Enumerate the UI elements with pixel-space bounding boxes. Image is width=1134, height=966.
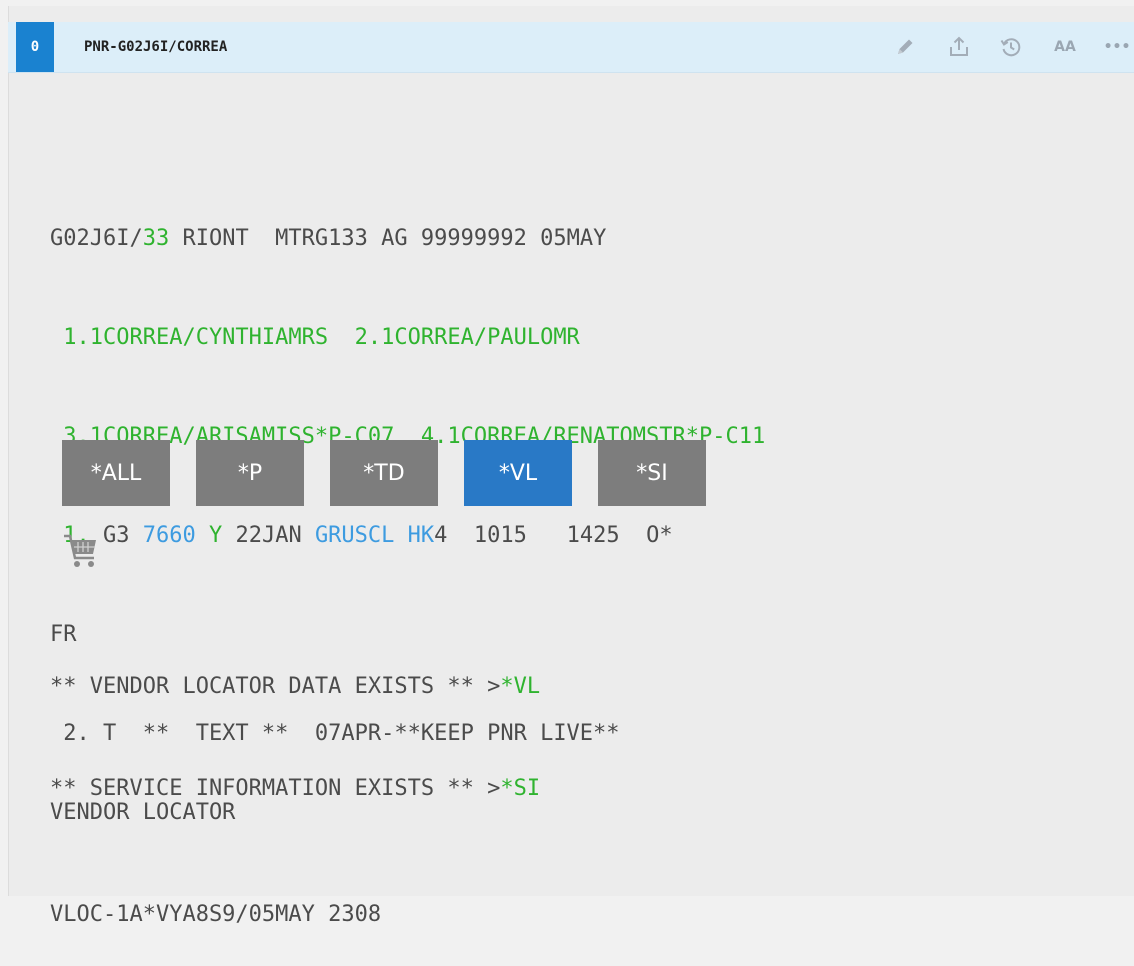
tab-badge[interactable]: 0 (16, 22, 54, 72)
vendor-locator-section: VENDOR LOCATOR VLOC-1A*VYA8S9/05MAY 2308 (50, 728, 381, 966)
pencil-icon[interactable] (890, 34, 920, 60)
vl-exists-line: ** VENDOR LOCATOR DATA EXISTS ** >*VL (50, 670, 540, 704)
more-icon[interactable]: ••• (1100, 34, 1134, 60)
segment-times: 4 1015 1425 O* (434, 523, 673, 548)
vendor-locator-title: VENDOR LOCATOR (50, 800, 236, 825)
vl-exists-text: ** VENDOR LOCATOR DATA EXISTS ** > (50, 674, 501, 699)
segment-date: 22JAN (222, 523, 315, 548)
td-button[interactable]: *TD (330, 440, 438, 506)
pnr-header-line: G02J6I/33 RIONT MTRG133 AG 99999992 05MA… (50, 222, 765, 255)
window-titlebar: 0 PNR-G02J6I/CORREA AA ••• (8, 22, 1134, 73)
shopping-cart-icon[interactable] (62, 530, 102, 574)
segment-line: 1. G3 7660 Y 22JAN GRUSCL HK4 1015 1425 … (50, 519, 765, 552)
header-number: 33 (142, 226, 170, 251)
vendor-locator-value: VLOC-1A*VYA8S9/05MAY 2308 (50, 902, 382, 927)
passenger-line: 1.1CORREA/CYNTHIAMRS 2.1CORREA/PAULOMR (50, 325, 580, 350)
vl-button[interactable]: *VL (464, 440, 572, 506)
segment-flight: 7660 (142, 523, 196, 548)
si-button[interactable]: *SI (598, 440, 706, 506)
p-button[interactable]: *P (196, 440, 304, 506)
share-icon[interactable] (944, 34, 974, 60)
all-button[interactable]: *ALL (62, 440, 170, 506)
record-locator: G02J6I/ (50, 226, 143, 251)
segment-space (394, 523, 407, 548)
history-icon[interactable] (996, 34, 1026, 60)
font-size-icon[interactable]: AA (1048, 34, 1082, 60)
segment-class: Y (208, 523, 223, 548)
vl-link[interactable]: *VL (500, 674, 540, 699)
segment-space (196, 523, 209, 548)
segment-status: HK (407, 523, 435, 548)
header-rest: RIONT MTRG133 AG 99999992 05MAY (169, 226, 607, 251)
segment-route: GRUSCL (314, 523, 395, 548)
si-link[interactable]: *SI (500, 776, 540, 801)
pnr-title: PNR-G02J6I/CORREA (84, 39, 228, 55)
command-buttons: *ALL *P *TD *VL *SI (62, 440, 706, 506)
